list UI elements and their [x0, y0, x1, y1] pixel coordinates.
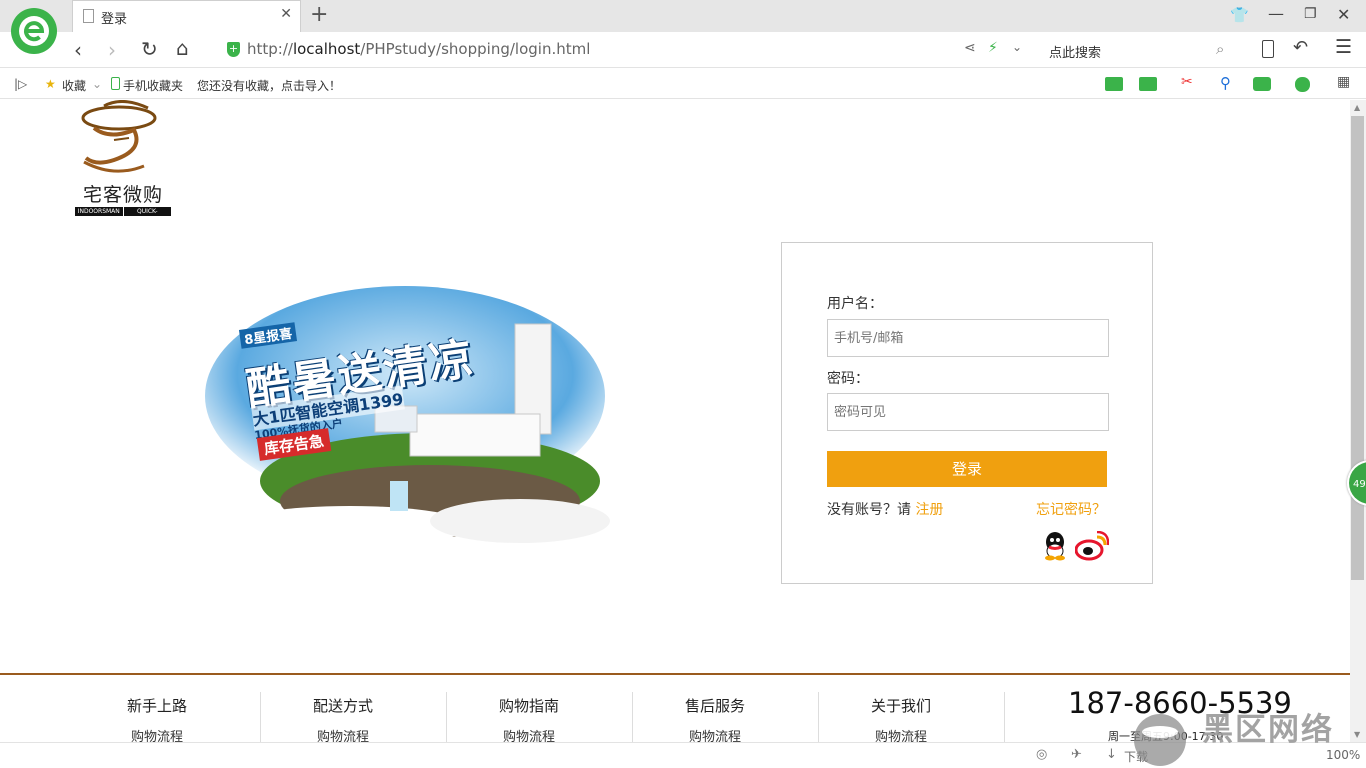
import-hint[interactable]: 您还没有收藏，点击导入！: [197, 77, 341, 94]
sidebar-toggle-icon[interactable]: |▷: [14, 77, 27, 91]
pin-icon[interactable]: ✈: [1071, 747, 1082, 762]
undo-icon[interactable]: ↶: [1293, 37, 1308, 58]
download-icon[interactable]: ↓: [1106, 747, 1117, 762]
status-logo-icon[interactable]: ◎: [1036, 747, 1047, 762]
phone-icon: [111, 77, 120, 90]
tab-bar: 登录 ✕ + 👕 — ❐ ✕: [0, 0, 1366, 54]
secure-shield-icon: +: [227, 42, 240, 57]
logo-name: 宅客微购: [82, 184, 163, 206]
close-window-icon[interactable]: ✕: [1337, 5, 1350, 24]
browser-logo-icon[interactable]: [11, 8, 57, 54]
mobile-icon[interactable]: [1262, 40, 1274, 58]
star-icon: ★: [45, 77, 56, 91]
footer-col-guide: 购物指南 购物流程: [436, 692, 622, 742]
scissors-icon[interactable]: ✂: [1181, 74, 1193, 90]
bookmark-bar: |▷ ★ 收藏 ⌄ 手机收藏夹 您还没有收藏，点击导入！ ✂ ⚲ ▦: [0, 69, 1366, 99]
footer-col-about: 关于我们 购物流程: [808, 692, 994, 742]
footer-col-title: 关于我们: [870, 697, 931, 715]
mobile-favorites-button[interactable]: 手机收藏夹: [123, 77, 183, 94]
forward-icon[interactable]: ›: [108, 38, 116, 62]
footer-link[interactable]: 购物流程: [622, 726, 808, 742]
footer-col-title: 购物指南: [498, 697, 559, 715]
apps-grid-icon[interactable]: ▦: [1337, 74, 1350, 90]
site-logo[interactable]: 宅客微购 INDOORSMAN QUICK-SHOPPING: [74, 100, 172, 224]
footer-col-shipping: 配送方式 购物流程: [250, 692, 436, 742]
url-text: http://localhost/PHPstudy/shopping/login…: [247, 40, 591, 58]
site-watermark: 黑区网络: [1130, 700, 1366, 768]
qq-login-icon[interactable]: [1041, 531, 1069, 561]
promo-banner[interactable]: 8星报喜 酷暑送清凉 大1匹智能空调1399 100%抚货的入户 库存告急: [200, 286, 610, 546]
lightning-icon[interactable]: ⚡: [988, 40, 998, 56]
search-input[interactable]: 点此搜索: [1049, 42, 1101, 61]
scroll-up-icon[interactable]: ▲: [1354, 103, 1360, 112]
minimize-icon[interactable]: —: [1268, 4, 1284, 23]
weibo-login-icon[interactable]: [1075, 531, 1109, 561]
footer-link[interactable]: 购物流程: [64, 726, 250, 742]
username-input[interactable]: [827, 319, 1109, 357]
page-icon: [83, 9, 94, 23]
footer-divider: [0, 673, 1350, 675]
logo-tagline: INDOORSMAN QUICK-SHOPPING: [75, 207, 171, 224]
close-tab-icon[interactable]: ✕: [280, 6, 292, 22]
address-bar: ‹ › ↻ ⌂ + http://localhost/PHPstudy/shop…: [0, 32, 1366, 68]
reader-icon[interactable]: [1105, 77, 1123, 91]
web-page: 宅客微购 INDOORSMAN QUICK-SHOPPING 8星报喜 酷暑送清凉…: [0, 100, 1350, 742]
register-prompt: 没有账号？请 注册: [827, 502, 944, 518]
footer-col-service: 售后服务 购物流程: [622, 692, 808, 742]
username-label: 用户名：: [827, 296, 883, 312]
footer-link[interactable]: 购物流程: [250, 726, 436, 742]
footer-col-title: 售后服务: [684, 697, 745, 715]
search-icon[interactable]: ⌕: [1216, 40, 1224, 58]
chevron-down-icon[interactable]: ⌄: [1012, 40, 1022, 54]
password-label: 密码：: [827, 371, 869, 387]
watermark-logo-icon: [1134, 714, 1186, 766]
footer-separator: [1004, 692, 1005, 742]
url-field[interactable]: + http://localhost/PHPstudy/shopping/log…: [222, 32, 1032, 68]
footer-col-newbie: 新手上路 购物流程: [64, 692, 250, 742]
game-icon[interactable]: [1253, 77, 1271, 91]
menu-icon[interactable]: ☰: [1335, 36, 1352, 58]
back-icon[interactable]: ‹: [74, 38, 82, 62]
skin-icon[interactable]: 👕: [1230, 6, 1249, 24]
hat-face-icon: [81, 100, 157, 173]
forgot-password-link[interactable]: 忘记密码？: [1036, 499, 1106, 519]
tab-title: 登录: [101, 12, 128, 27]
home-icon[interactable]: ⌂: [176, 36, 189, 60]
share-icon[interactable]: ⋖: [964, 40, 976, 56]
footer-col-title: 配送方式: [312, 697, 373, 715]
money-icon[interactable]: [1295, 77, 1310, 92]
footer-col-title: 新手上路: [126, 697, 187, 715]
translate-icon[interactable]: [1139, 77, 1157, 91]
favorites-chevron-icon[interactable]: ⌄: [92, 77, 102, 91]
footer-link[interactable]: 购物流程: [808, 726, 994, 742]
favorites-button[interactable]: 收藏: [62, 77, 86, 94]
password-input[interactable]: [827, 393, 1109, 431]
login-form: 用户名： 密码： 登录 没有账号？请 注册 忘记密码？: [781, 242, 1153, 584]
refresh-icon[interactable]: ↻: [141, 37, 158, 61]
maximize-icon[interactable]: ❐: [1304, 6, 1317, 22]
magnifier-icon[interactable]: ⚲: [1220, 74, 1231, 92]
tab-active[interactable]: 登录 ✕: [72, 0, 301, 32]
scrollbar-thumb[interactable]: [1351, 116, 1364, 580]
footer-link[interactable]: 购物流程: [436, 726, 622, 742]
login-button[interactable]: 登录: [827, 451, 1107, 487]
new-tab-button[interactable]: +: [310, 2, 328, 27]
register-link[interactable]: 注册: [915, 502, 943, 518]
